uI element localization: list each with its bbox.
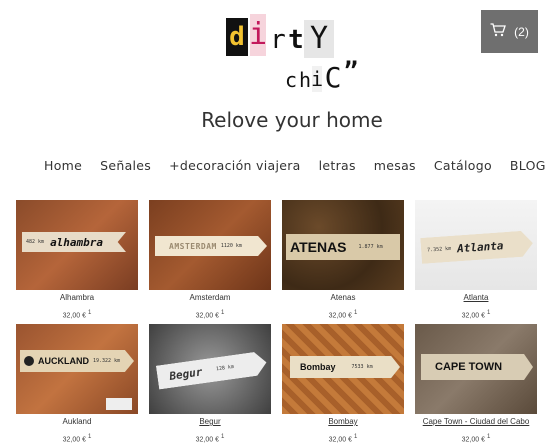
product-price: 32,00 €1 [149,310,271,319]
nav-item-decoracion-viajera[interactable]: +decoración viajera [169,158,301,173]
logo-letter: r [268,24,288,56]
sign-board: ATENAS 1.877 km [286,234,400,260]
product-name[interactable]: Begur [149,417,271,426]
sign-distance: 482 km [26,239,45,245]
logo-letter: ” [342,57,360,85]
product-name[interactable]: Atlanta [415,293,537,302]
product-image[interactable]: 7.352 km Atlanta [415,200,537,290]
nav-item-catalogo[interactable]: Catálogo [434,158,492,173]
sign-board: 482 km alhambra [22,232,126,252]
product-card[interactable]: 7.352 km Atlanta Atlanta 32,00 €1 [415,200,537,319]
main-nav: Home Señales +decoración viajera letras … [44,158,550,173]
kiwi-icon [24,356,34,366]
price-note: 1 [354,310,358,316]
price-value: 32,00 € [328,436,352,444]
brand-watermark [106,398,132,410]
price-value: 32,00 € [62,312,86,320]
sign-distance: 7533 km [351,364,373,370]
product-image[interactable]: ATENAS 1.877 km [282,200,404,290]
price-note: 1 [354,434,358,440]
logo-letter: Y [304,20,334,58]
sign-text: CAPE TOWN [435,361,503,373]
sign-text: Begur [168,364,204,383]
sign-distance: 7.352 km [426,245,452,254]
product-card[interactable]: Begur 128 km Begur 32,00 €1 [149,324,271,443]
product-image[interactable]: Begur 128 km [149,324,271,414]
price-note: 1 [88,434,92,440]
price-value: 32,00 € [461,436,485,444]
nav-item-blog[interactable]: BLOG [510,158,546,173]
sign-text: AUCKLAND [38,356,89,366]
sign-board: Bombay 7533 km [290,356,400,378]
product-card[interactable]: CAPE TOWN Cape Town - Ciudad del Cabo 32… [415,324,537,443]
product-name[interactable]: Amsterdam [149,293,271,302]
product-card[interactable]: ATENAS 1.877 km Atenas 32,00 €1 [282,200,404,319]
product-price: 32,00 €1 [149,434,271,443]
cart-icon [490,22,507,41]
sign-text: alhambra [50,235,104,249]
product-price: 32,00 €1 [282,310,404,319]
sign-board: Begur 128 km [156,350,268,389]
logo-letter: h [298,68,312,92]
logo-letter: i [249,14,267,56]
sign-text: Atlanta [456,238,504,255]
nav-item-letras[interactable]: letras [319,158,356,173]
sign-distance: 1.877 km [358,244,383,250]
logo-letter: C [322,62,344,94]
logo-letter: d [226,18,248,56]
product-image[interactable]: Bombay 7533 km [282,324,404,414]
product-image[interactable]: AMSTERDAM 1120 km [149,200,271,290]
nav-item-home[interactable]: Home [44,158,82,173]
product-price: 32,00 €1 [282,434,404,443]
product-name[interactable]: Alhambra [16,293,138,302]
product-price: 32,00 €1 [415,310,537,319]
product-name[interactable]: Aukland [16,417,138,426]
product-name[interactable]: Bombay [282,417,404,426]
price-note: 1 [88,310,92,316]
price-value: 32,00 € [62,436,86,444]
price-note: 1 [487,310,491,316]
sign-distance: 1120 km [220,243,242,249]
product-card[interactable]: AMSTERDAM 1120 km Amsterdam 32,00 €1 [149,200,271,319]
price-note: 1 [221,434,225,440]
price-value: 32,00 € [195,436,219,444]
logo-letter: t [288,24,304,56]
product-image[interactable]: AUCKLAND 19.322 km [16,324,138,414]
logo-letter: i [310,66,324,92]
product-name[interactable]: Cape Town - Ciudad del Cabo [415,417,537,426]
sign-text: AMSTERDAM [169,241,217,251]
cart-button[interactable]: (2) [481,10,538,53]
product-price: 32,00 €1 [415,434,537,443]
logo-letter: c [284,68,298,92]
product-card[interactable]: AUCKLAND 19.322 km Aukland 32,00 €1 [16,324,138,443]
tagline: Relove your home [201,108,383,132]
product-price: 32,00 €1 [16,434,138,443]
nav-item-senales[interactable]: Señales [100,158,151,173]
brand-logo[interactable]: d i r t Y c h i C ” [226,14,362,94]
sign-text: ATENAS [290,239,347,255]
product-image[interactable]: 482 km alhambra [16,200,138,290]
sign-board: 7.352 km Atlanta [420,230,534,264]
sign-text: Bombay [300,362,336,372]
sign-distance: 19.322 km [93,358,121,364]
price-value: 32,00 € [461,312,485,320]
price-value: 32,00 € [195,312,219,320]
sign-board: CAPE TOWN [421,354,533,380]
product-card[interactable]: 482 km alhambra Alhambra 32,00 €1 [16,200,138,319]
cart-count: (2) [514,24,529,39]
product-card[interactable]: Bombay 7533 km Bombay 32,00 €1 [282,324,404,443]
product-name[interactable]: Atenas [282,293,404,302]
sign-distance: 128 km [215,363,235,373]
price-note: 1 [221,310,225,316]
price-note: 1 [487,434,491,440]
price-value: 32,00 € [328,312,352,320]
product-image[interactable]: CAPE TOWN [415,324,537,414]
sign-board: AMSTERDAM 1120 km [155,236,267,256]
product-price: 32,00 €1 [16,310,138,319]
nav-item-mesas[interactable]: mesas [374,158,416,173]
sign-board: AUCKLAND 19.322 km [20,350,134,372]
